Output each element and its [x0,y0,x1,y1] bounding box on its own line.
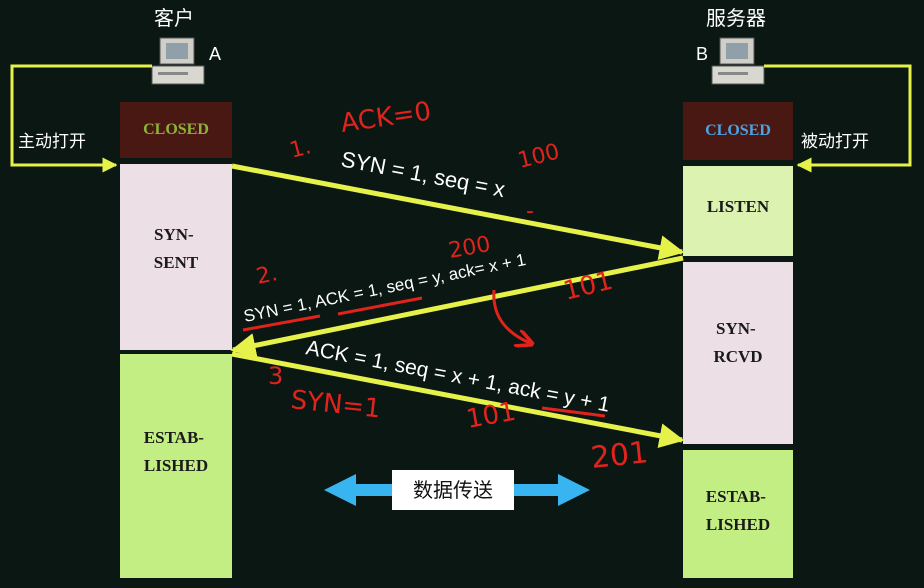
server-computer-icon [711,37,765,85]
syn-ack-message-label: SYN = 1, ACK = 1, seq = y, ack= x + 1 [242,250,527,326]
diagram-canvas: 客户 A 服务器 B 主动打开 被动打开 CLOSED SYN- SENT ES… [10,7,912,578]
client-computer-icon [151,37,205,85]
client-title: 客户 [154,7,194,30]
data-transfer-label: 数据传送 [413,479,493,502]
annotation-curved-arrow [492,289,532,344]
annotation-step3: 3 [268,362,283,390]
client-established-line2: LISHED [144,456,208,475]
server-closed-label: CLOSED [705,122,771,139]
annotation-101b: 101 [464,397,518,435]
client-established-line1: ESTAB- [144,428,204,447]
annotation-201: 201 [589,435,650,476]
client-syn-sent-line2: SENT [154,253,199,272]
client-letter: A [209,44,221,64]
server-established-line2: LISHED [706,515,770,534]
client-open-label: 主动打开 [18,132,86,151]
annotation-ack0: ACK=0 [339,97,433,139]
server-listen-label: LISTEN [707,197,770,216]
server-syn-rcvd-line2: RCVD [713,347,762,366]
server-syn-rcvd-line1: SYN- [716,319,756,338]
client-closed-label: CLOSED [143,121,209,138]
tcp-handshake-diagram: 客户 A 服务器 B 主动打开 被动打开 CLOSED SYN- SENT ES… [0,0,924,588]
server-title: 服务器 [706,7,766,30]
client-syn-sent-line1: SYN- [154,225,194,244]
annotation-step1: 1. [287,134,314,164]
server-established-line1: ESTAB- [706,487,766,506]
server-established-box [683,450,793,578]
annotation-step2: 2. [254,261,280,290]
annotation-100: 100 [515,139,562,173]
server-letter: B [696,44,708,64]
annotation-101a: 101 [560,266,615,307]
server-open-label: 被动打开 [801,132,869,151]
annotation-minus: - [526,199,534,224]
annotation-syn1: SYN=1 [289,385,382,424]
